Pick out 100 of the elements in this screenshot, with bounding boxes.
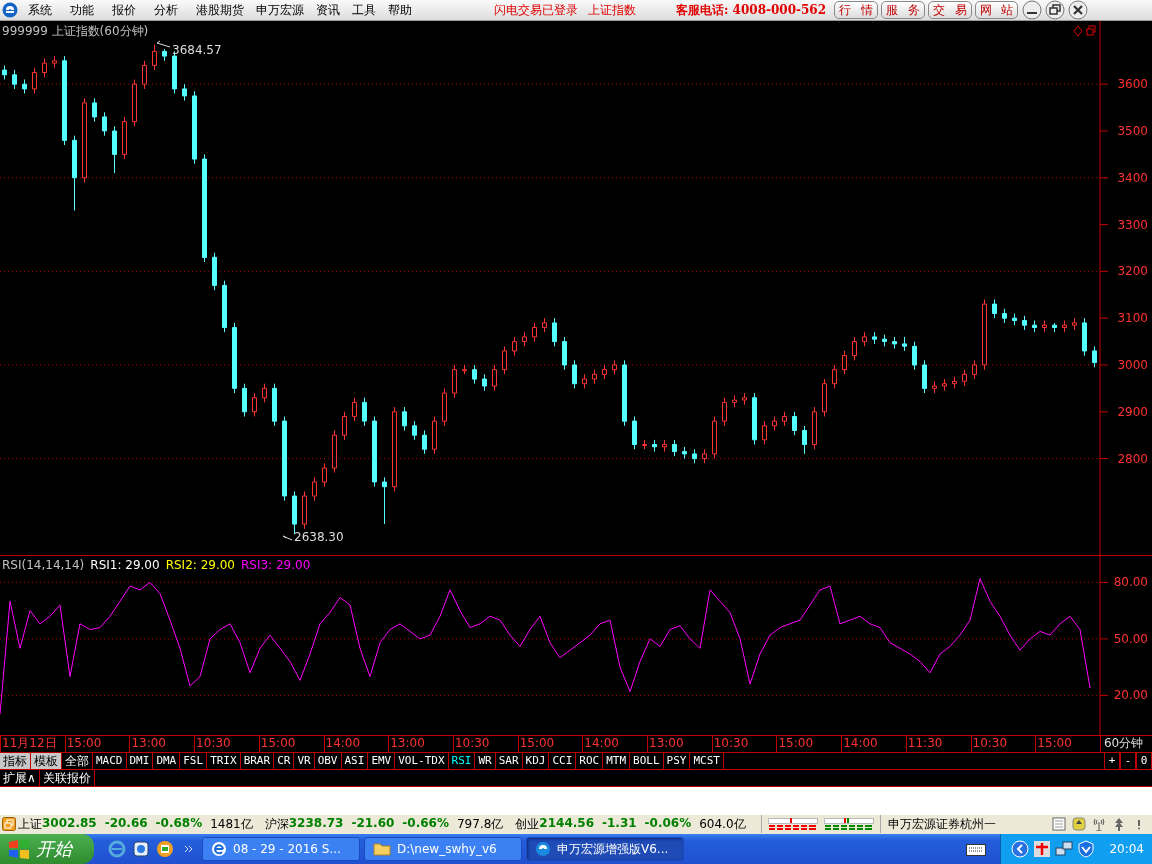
close-icon[interactable] (1068, 0, 1089, 21)
clock: 20:04 (1109, 842, 1144, 856)
period-selector[interactable]: 60分钟 (1099, 736, 1152, 752)
candlestick (812, 406, 817, 450)
index-turnover: 797.8亿 (457, 815, 504, 833)
index-link[interactable]: 上证指数 (588, 1, 636, 19)
candlestick (722, 397, 727, 427)
axis-label: 3400 (1117, 171, 1148, 186)
menu-item[interactable]: 帮助 (388, 1, 412, 19)
axis-tick (1099, 271, 1109, 273)
candlestick (652, 439, 657, 453)
nav-button[interactable]: 行 情 (834, 1, 878, 20)
candlestick (462, 364, 467, 376)
candlestick (262, 383, 267, 404)
candlestick (362, 397, 367, 427)
candlestick (1012, 313, 1017, 326)
zoom-button[interactable]: 0 (1136, 752, 1152, 769)
shield-icon[interactable] (1077, 840, 1096, 858)
candlestick (872, 331, 877, 345)
plus-icon[interactable] (1033, 840, 1052, 858)
zoom-button[interactable]: + (1104, 752, 1120, 769)
candlestick (832, 364, 837, 390)
menu-item[interactable]: 报价 (112, 1, 136, 19)
indicator-tab[interactable]: ASI (341, 752, 369, 769)
candlestick (1082, 317, 1087, 357)
picture-icon[interactable] (156, 840, 174, 858)
candlestick (62, 55, 67, 146)
candlestick (412, 420, 417, 441)
restore-icon[interactable] (1045, 0, 1066, 21)
chevron-left-icon[interactable] (1011, 840, 1030, 858)
candlestick (492, 364, 497, 392)
high-price-label: 3684.57 (172, 43, 222, 58)
menu-item[interactable]: 系统 (28, 1, 52, 19)
indicator-tab[interactable]: VOL-TDX (395, 752, 449, 769)
taskbar-button[interactable]: D:\new_swhy_v6 (364, 837, 522, 861)
taskbar-button[interactable]: 08 - 29 - 2016 S... (202, 837, 360, 861)
desktop-icon[interactable] (132, 840, 150, 858)
menu-item[interactable]: 资讯 (316, 1, 340, 19)
candlestick (312, 477, 317, 502)
index-name: 上证 (18, 815, 42, 833)
document-icon[interactable] (1052, 817, 1066, 832)
upload-icon[interactable] (1072, 817, 1086, 832)
network-icon[interactable] (1055, 840, 1074, 858)
indicator-tab[interactable]: MCST (690, 752, 724, 769)
candlestick (222, 280, 227, 333)
candlestick (582, 374, 587, 390)
time-label: 13:00 (388, 736, 453, 752)
nav-button[interactable]: 网 站 (974, 1, 1019, 20)
indicator-value: RSI1: 29.00 (90, 558, 160, 573)
menu-item[interactable]: 功能 (70, 1, 94, 19)
minimize-icon[interactable] (1022, 0, 1043, 21)
indicator-tab[interactable]: 全部 (62, 752, 93, 769)
nav-button[interactable]: 交 易 (927, 1, 972, 20)
axis-tick (1099, 638, 1109, 640)
index-change: -1.31 (602, 815, 637, 832)
menu-item[interactable]: 申万宏源 (256, 1, 304, 19)
app-logo-icon (535, 841, 551, 857)
candlestick (132, 79, 137, 128)
axis-tick (1099, 224, 1109, 226)
menu-item[interactable]: 工具 (352, 1, 376, 19)
candlestick (42, 58, 47, 78)
indicator-tab[interactable]: 模板 (31, 752, 62, 769)
candlestick (502, 346, 507, 376)
chevron-icon[interactable] (184, 844, 194, 854)
menu-item[interactable]: 港股期货 (196, 1, 244, 19)
indicator-tab[interactable]: 指标 (0, 752, 31, 769)
expand-icon[interactable] (2, 817, 16, 832)
keyboard-icon[interactable] (966, 842, 987, 856)
candlestick (552, 317, 557, 348)
axis-tick (1099, 695, 1109, 697)
axis-tick (1099, 83, 1109, 85)
time-label: 15:00 (517, 736, 583, 752)
login-status: 闪电交易已登录 (494, 1, 578, 19)
indicator-tab[interactable]: MACD (93, 752, 127, 769)
candlestick (422, 430, 427, 455)
indicator-tab[interactable]: VR (294, 752, 315, 769)
axis-label: 3600 (1117, 77, 1148, 92)
menu-item[interactable]: 分析 (154, 1, 178, 19)
candlestick (272, 383, 277, 427)
candlestick (162, 48, 167, 62)
nav-button[interactable]: 服 务 (880, 1, 925, 20)
indicator-tab[interactable]: WR (475, 752, 496, 769)
start-button[interactable]: 开始 (0, 834, 94, 864)
indicator-tab[interactable]: TRIX (207, 752, 241, 769)
level-bars-drawing (767, 817, 818, 832)
index-value: 3238.73 (288, 815, 344, 832)
index-percent: -0.68% (155, 815, 203, 832)
candlestick (202, 154, 207, 263)
level-bars-drawing (823, 817, 874, 832)
candlestick (512, 336, 517, 357)
candlestick (882, 334, 887, 348)
candlestick (252, 392, 257, 418)
browser-icon[interactable] (108, 840, 126, 858)
indicator-tab[interactable]: MTM (603, 752, 631, 769)
candlestick (662, 439, 667, 453)
indicator-tab[interactable]: BOLL (630, 752, 664, 769)
browser-icon (211, 841, 227, 857)
zoom-button[interactable]: - (1120, 752, 1136, 769)
taskbar-button[interactable]: 申万宏源增强版V6... (526, 837, 684, 861)
time-label: 10:30 (711, 736, 777, 752)
